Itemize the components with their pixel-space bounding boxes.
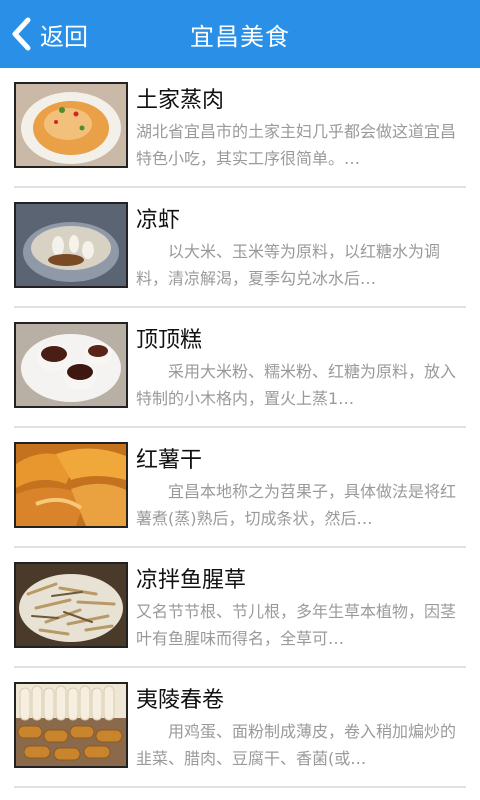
food-list: 土家蒸肉 湖北省宜昌市的土家主妇几乎都会做这道宜昌特色小吃，其实工序很简单。… … bbox=[0, 68, 480, 788]
item-title: 红薯干 bbox=[136, 448, 203, 473]
item-description: 以大米、玉米等为原料，以红糖水为调料，清凉解渴，夏季勾兑冰水后… bbox=[136, 242, 441, 288]
chevron-left-icon bbox=[12, 17, 31, 51]
item-description: 采用大米粉、糯米粉、红糖为原料，放入特制的小木格内，置火上蒸1… bbox=[136, 362, 457, 408]
liang-xia-photo bbox=[14, 202, 128, 288]
top-bar: 返回 宜昌美食 bbox=[0, 0, 480, 68]
item-title: 凉拌鱼腥草 bbox=[136, 568, 247, 593]
list-item[interactable]: 土家蒸肉 湖北省宜昌市的土家主妇几乎都会做这道宜昌特色小吃，其实工序很简单。… bbox=[14, 68, 466, 188]
houttuynia-photo bbox=[14, 562, 128, 648]
spring-roll-photo bbox=[14, 682, 128, 768]
back-label: 返回 bbox=[40, 22, 88, 51]
list-item[interactable]: 凉拌鱼腥草 又名节节根、节儿根，多年生草本植物，因茎叶有鱼腥味而得名，全草可… bbox=[14, 548, 466, 668]
item-description: 湖北省宜昌市的土家主妇几乎都会做这道宜昌特色小吃，其实工序很简单。… bbox=[136, 122, 457, 168]
item-title: 夷陵春卷 bbox=[136, 688, 225, 713]
item-title: 顶顶糕 bbox=[136, 328, 203, 353]
item-title: 土家蒸肉 bbox=[136, 88, 225, 113]
item-description: 宜昌本地称之为苕果子，具体做法是将红薯煮(蒸)熟后，切成条状，然后… bbox=[136, 482, 457, 528]
dingding-cake-photo bbox=[14, 322, 128, 408]
list-item[interactable]: 夷陵春卷 用鸡蛋、面粉制成薄皮，卷入稍加煸炒的韭菜、腊肉、豆腐干、香菌(或… bbox=[14, 668, 466, 788]
sweet-potato-photo bbox=[14, 442, 128, 528]
list-item[interactable]: 凉虾 以大米、玉米等为原料，以红糖水为调料，清凉解渴，夏季勾兑冰水后… bbox=[14, 188, 466, 308]
list-item[interactable]: 红薯干 宜昌本地称之为苕果子，具体做法是将红薯煮(蒸)熟后，切成条状，然后… bbox=[14, 428, 466, 548]
list-item[interactable]: 顶顶糕 采用大米粉、糯米粉、红糖为原料，放入特制的小木格内，置火上蒸1… bbox=[14, 308, 466, 428]
item-title: 凉虾 bbox=[136, 208, 181, 233]
steamed-pork-photo bbox=[14, 82, 128, 168]
back-button[interactable]: 返回 bbox=[8, 10, 118, 58]
item-description: 又名节节根、节儿根，多年生草本植物，因茎叶有鱼腥味而得名，全草可… bbox=[136, 602, 457, 648]
item-description: 用鸡蛋、面粉制成薄皮，卷入稍加煸炒的韭菜、腊肉、豆腐干、香菌(或… bbox=[136, 722, 457, 768]
